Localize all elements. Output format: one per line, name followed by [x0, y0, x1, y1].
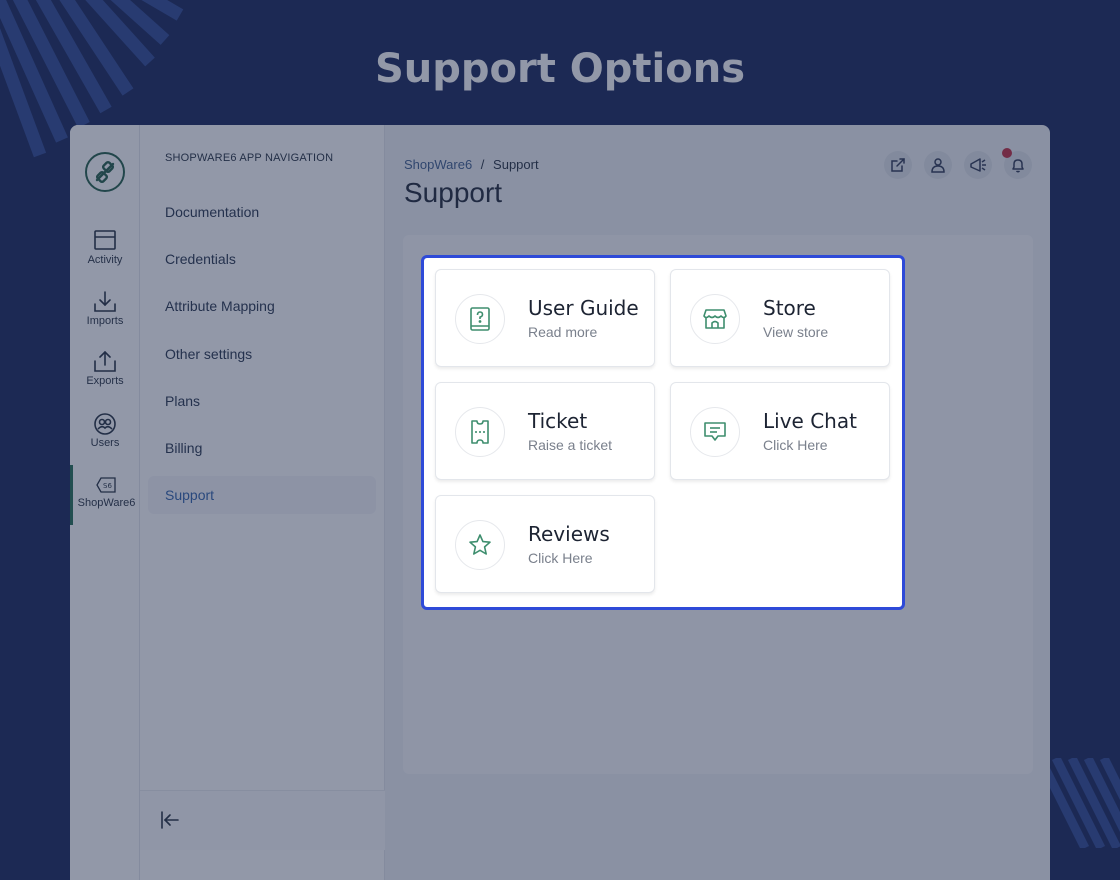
card-icon-wrap [455, 407, 505, 457]
card-title: Live Chat [763, 409, 857, 433]
card-subtitle: Raise a ticket [528, 437, 613, 453]
card-subtitle: Click Here [528, 550, 593, 566]
card-ticket[interactable]: Ticket Raise a ticket [435, 382, 655, 480]
card-icon-wrap [455, 520, 505, 570]
card-user-guide[interactable]: User Guide Read more [435, 269, 655, 367]
card-store[interactable]: Store View store [670, 269, 890, 367]
card-live-chat[interactable]: Live Chat Click Here [670, 382, 890, 480]
card-reviews[interactable]: Reviews Click Here [435, 495, 655, 593]
card-title: Ticket [528, 409, 588, 433]
card-title: User Guide [528, 296, 639, 320]
chat-icon [704, 422, 726, 441]
card-icon-wrap [455, 294, 505, 344]
ticket-icon [471, 420, 489, 444]
support-options-panel: User Guide Read more Store View store Ti… [421, 255, 905, 610]
card-title: Store [763, 296, 816, 320]
card-subtitle: View store [763, 324, 829, 340]
star-icon [469, 534, 491, 555]
card-subtitle: Click Here [763, 437, 828, 453]
card-icon-wrap [690, 294, 740, 344]
store-icon [703, 309, 727, 329]
book-question-icon [470, 307, 490, 331]
card-icon-wrap [690, 407, 740, 457]
card-title: Reviews [528, 522, 610, 546]
card-subtitle: Read more [528, 324, 598, 340]
